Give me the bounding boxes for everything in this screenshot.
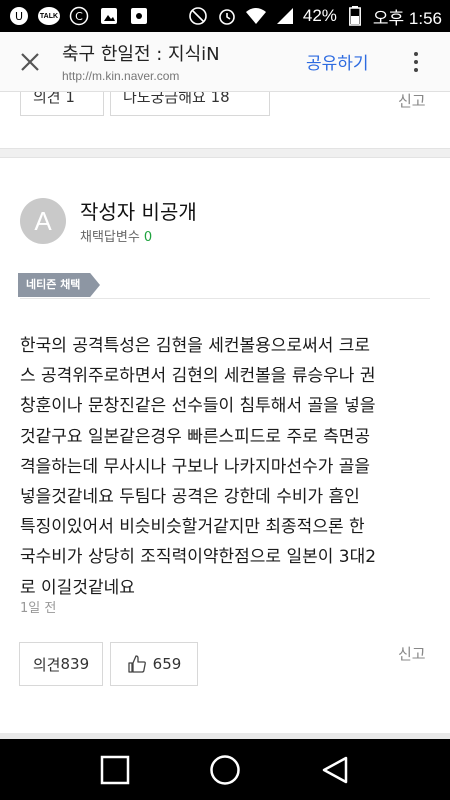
adopted-answers-count: 0 (143, 230, 153, 245)
recent-apps-icon (100, 755, 130, 784)
prev-curious-button[interactable]: 나도궁금해요 18 (110, 92, 270, 116)
opinion-label: 의견 (32, 655, 61, 674)
back-icon (322, 756, 348, 783)
answer-line: 국수비가 상당히 조직력이약한점으로 일본이 3대2 (20, 547, 377, 568)
answer-line: 넣을것같네요 두팀다 공격은 강한데 수비가 흠인 (20, 487, 360, 508)
back-button[interactable] (315, 750, 355, 790)
answer-body: 한국의 공격특성은 김현을 세컨볼용으로써서 크로 스 공격위주로하면서 김현의… (20, 331, 434, 603)
opinion-count: 839 (60, 655, 90, 673)
home-button[interactable] (205, 750, 245, 790)
answer-date: 1일 전 (20, 601, 57, 616)
page-url: http://m.kin.naver.com (62, 69, 180, 83)
u-plus-icon: U (8, 5, 30, 27)
badge-divider (20, 298, 430, 299)
battery-percent: 42% (302, 6, 337, 25)
more-options-button[interactable] (404, 46, 428, 78)
more-dot-icon (414, 68, 418, 72)
thumbs-up-icon (128, 655, 146, 673)
section-divider (0, 148, 450, 158)
battery-icon (344, 5, 366, 27)
answer-line: 로 이길것같네요 (20, 577, 135, 598)
share-button[interactable]: 공유하기 (306, 49, 369, 74)
like-count: 659 (152, 655, 182, 673)
prev-opinion-button[interactable]: 의견 1 (20, 92, 104, 116)
author-name: 작성자 비공개 (80, 200, 197, 224)
netizen-choice-badge: 네티즌 채택 (18, 273, 100, 297)
like-button[interactable]: 659 (110, 642, 198, 686)
close-button[interactable] (14, 46, 46, 78)
signal-icon (274, 5, 296, 27)
author-stats: 채택답변수 0 (80, 226, 152, 245)
svg-text:C: C (75, 10, 83, 23)
answer-line: 격을하는데 무사시나 구보나 나카지마선수가 골을 (20, 456, 371, 477)
c-icon: C (68, 5, 90, 27)
clock: 오후 1:56 (372, 8, 442, 28)
more-dot-icon (414, 60, 418, 64)
alarm-icon (216, 5, 238, 27)
prev-report-button[interactable]: 신고 (398, 90, 426, 110)
page-title: 축구 한일전 : 지식iN (62, 44, 220, 65)
answer-line: 스 공격위주로하면서 김현의 세컨볼을 류승우나 권 (20, 366, 376, 387)
badge-label: 네티즌 채택 (26, 278, 81, 291)
answer-line: 창훈이나 문창진같은 선수들이 침투해서 골을 넣을 (20, 396, 376, 417)
home-icon (210, 754, 240, 785)
recent-apps-button[interactable] (95, 750, 135, 790)
close-icon (21, 53, 39, 71)
answer-line: 특징이있어서 비슷비슷할거같지만 최종적으론 한 (20, 517, 365, 538)
status-bar: U TALK C 42% 오후 1:56 (0, 0, 450, 32)
browser-header: 축구 한일전 : 지식iN http://m.kin.naver.com 공유하… (0, 32, 450, 92)
navigation-bar (0, 739, 450, 800)
flower-icon (128, 5, 150, 27)
mute-icon (187, 5, 209, 27)
answer-line: 한국의 공격특성은 김현을 세컨볼용으로써서 크로 (20, 336, 371, 356)
more-dot-icon (414, 52, 418, 56)
avatar: A (20, 198, 66, 244)
previous-answer-actions: 의견 1 나도궁금해요 18 (20, 92, 440, 116)
answer-line: 것같구요 일본같은경우 빠른스피드로 주로 측면공 (20, 426, 371, 447)
kakaotalk-icon: TALK (38, 7, 60, 25)
opinion-button[interactable]: 의견 839 (19, 642, 103, 686)
svg-text:U: U (15, 10, 23, 23)
page-title-area: 축구 한일전 : 지식iN http://m.kin.naver.com (62, 40, 292, 83)
wifi-icon (245, 5, 267, 27)
adopted-answers-label: 채택답변수 (80, 230, 140, 245)
photo-icon (98, 5, 120, 27)
report-button[interactable]: 신고 (398, 643, 426, 664)
